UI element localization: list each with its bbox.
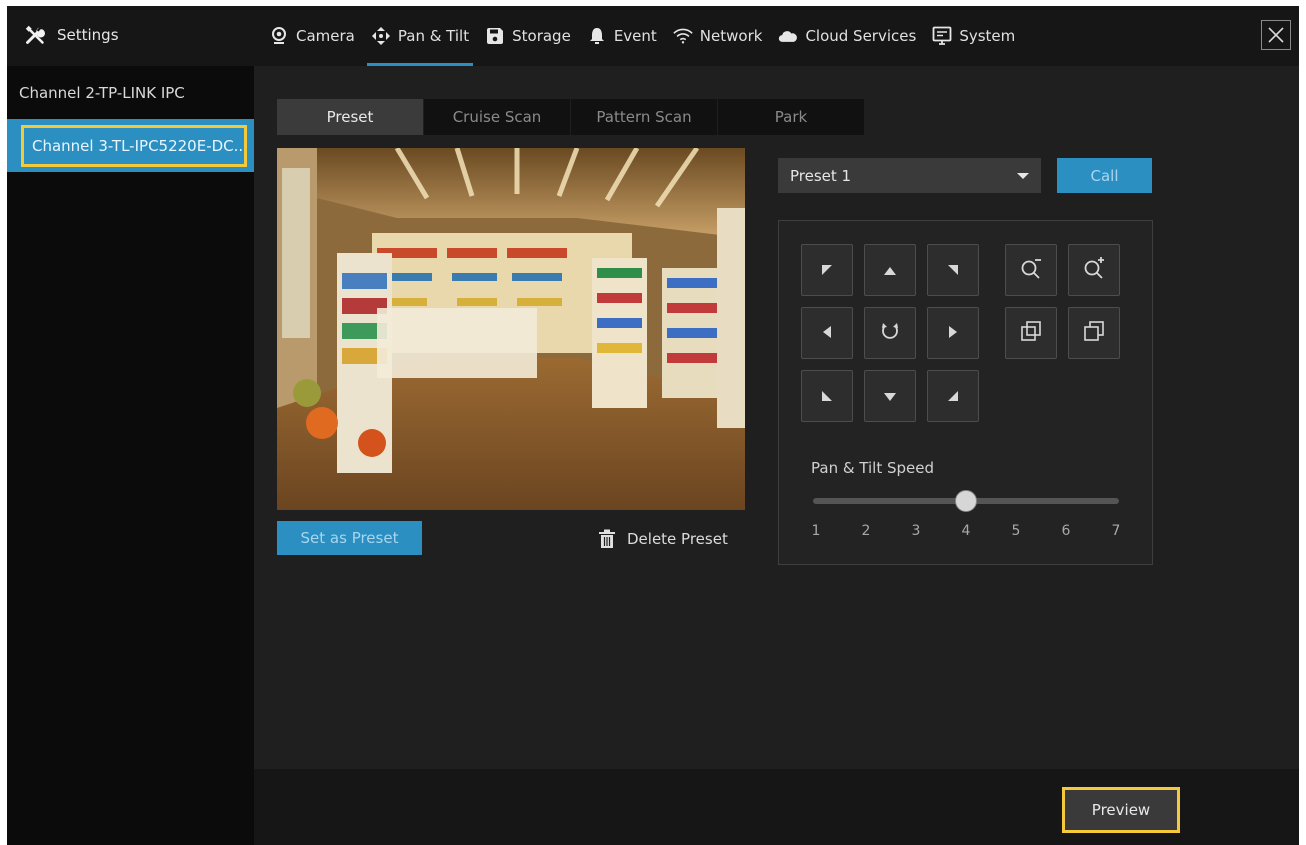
subtab-preset[interactable]: Preset bbox=[277, 99, 424, 135]
zoom-in-button[interactable] bbox=[1068, 244, 1120, 296]
pan-up-left-button[interactable] bbox=[801, 244, 853, 296]
speed-tick: 4 bbox=[961, 523, 971, 539]
preset-select[interactable]: Preset 1 bbox=[778, 158, 1041, 193]
speed-tick: 6 bbox=[1061, 523, 1071, 539]
arrow-down-left-icon bbox=[821, 387, 833, 406]
rotate-icon bbox=[880, 321, 900, 345]
camera-icon bbox=[269, 26, 289, 46]
subtab-pattern-scan[interactable]: Pattern Scan bbox=[571, 99, 718, 135]
top-nav-bar: Settings Camera Pan & Tilt Storage Event… bbox=[7, 6, 1299, 66]
preset-select-value: Preset 1 bbox=[790, 166, 852, 185]
zoom-out-icon bbox=[1019, 256, 1043, 284]
channel-item-label: Channel 3-TL-IPC5220E-DC... bbox=[21, 125, 247, 167]
zoom-in-icon bbox=[1082, 256, 1106, 284]
slider-thumb[interactable] bbox=[955, 490, 977, 512]
pan-tilt-speed-label: Pan & Tilt Speed bbox=[811, 459, 935, 477]
focus-far-button[interactable] bbox=[1068, 307, 1120, 359]
channel-item-2[interactable]: Channel 2-TP-LINK IPC bbox=[7, 66, 254, 119]
speed-tick: 5 bbox=[1011, 523, 1021, 539]
pan-left-button[interactable] bbox=[801, 307, 853, 359]
subtab-park[interactable]: Park bbox=[718, 99, 865, 135]
focus-near-icon bbox=[1020, 320, 1042, 346]
tab-event-label: Event bbox=[613, 27, 657, 45]
pan-down-right-button[interactable] bbox=[927, 370, 979, 422]
speed-tick: 1 bbox=[811, 523, 821, 539]
cloud-icon bbox=[778, 26, 798, 46]
close-button[interactable] bbox=[1261, 20, 1291, 50]
tab-pan-tilt[interactable]: Pan & Tilt bbox=[363, 6, 477, 66]
auto-rotate-button[interactable] bbox=[864, 307, 916, 359]
tab-system-label: System bbox=[959, 27, 1016, 45]
camera-live-view bbox=[277, 148, 745, 510]
speed-tick: 3 bbox=[911, 523, 921, 539]
arrow-up-right-icon bbox=[947, 261, 959, 280]
pan-up-right-button[interactable] bbox=[927, 244, 979, 296]
set-as-preset-button[interactable]: Set as Preset bbox=[277, 521, 422, 555]
tilt-down-button[interactable] bbox=[864, 370, 916, 422]
main-tabs: Camera Pan & Tilt Storage Event Network … bbox=[261, 6, 1023, 66]
channel-item-3[interactable]: Channel 3-TL-IPC5220E-DC... bbox=[7, 119, 254, 172]
focus-near-button[interactable] bbox=[1005, 307, 1057, 359]
pan-tilt-speed-slider[interactable] bbox=[813, 490, 1119, 512]
speed-ticks: 1 2 3 4 5 6 7 bbox=[807, 523, 1125, 539]
channel-item-label: Channel 2-TP-LINK IPC bbox=[19, 83, 185, 102]
tab-pan-tilt-label: Pan & Tilt bbox=[397, 27, 470, 45]
settings-title: Settings bbox=[57, 26, 119, 44]
arrow-down-icon bbox=[883, 387, 897, 406]
close-icon bbox=[1266, 25, 1286, 45]
tab-camera-label: Camera bbox=[296, 27, 355, 45]
chevron-down-icon bbox=[1017, 172, 1029, 179]
storage-icon bbox=[485, 26, 505, 46]
ptz-control-panel: Pan & Tilt Speed 1 2 3 4 5 6 7 bbox=[778, 220, 1153, 565]
monitor-icon bbox=[932, 26, 952, 46]
arrow-right-icon bbox=[948, 324, 958, 343]
preview-button[interactable]: Preview bbox=[1062, 787, 1180, 833]
wifi-icon bbox=[673, 26, 693, 46]
tab-storage[interactable]: Storage bbox=[477, 6, 579, 66]
arrow-left-icon bbox=[822, 324, 832, 343]
focus-far-icon bbox=[1083, 320, 1105, 346]
channel-sidebar: Channel 2-TP-LINK IPC Channel 3-TL-IPC52… bbox=[7, 66, 254, 845]
trash-icon bbox=[597, 529, 617, 549]
settings-header: Settings bbox=[25, 20, 119, 50]
tab-cloud-services-label: Cloud Services bbox=[805, 27, 917, 45]
pan-tilt-subtabs: Preset Cruise Scan Pattern Scan Park bbox=[277, 99, 865, 135]
bell-icon bbox=[587, 26, 607, 46]
tab-event[interactable]: Event bbox=[579, 6, 665, 66]
subtab-cruise-scan[interactable]: Cruise Scan bbox=[424, 99, 571, 135]
tab-system[interactable]: System bbox=[924, 6, 1023, 66]
pan-right-button[interactable] bbox=[927, 307, 979, 359]
zoom-out-button[interactable] bbox=[1005, 244, 1057, 296]
speed-tick: 2 bbox=[861, 523, 871, 539]
tab-storage-label: Storage bbox=[512, 27, 571, 45]
settings-window: Settings Camera Pan & Tilt Storage Event… bbox=[7, 6, 1299, 845]
tilt-up-button[interactable] bbox=[864, 244, 916, 296]
speed-tick: 7 bbox=[1111, 523, 1121, 539]
delete-preset-button[interactable]: Delete Preset bbox=[597, 524, 728, 554]
tab-cloud-services[interactable]: Cloud Services bbox=[770, 6, 924, 66]
call-button[interactable]: Call bbox=[1057, 158, 1152, 193]
tab-camera[interactable]: Camera bbox=[261, 6, 363, 66]
arrow-down-right-icon bbox=[947, 387, 959, 406]
arrow-up-left-icon bbox=[821, 261, 833, 280]
pan-tilt-icon bbox=[371, 26, 391, 46]
pan-down-left-button[interactable] bbox=[801, 370, 853, 422]
delete-preset-label: Delete Preset bbox=[627, 530, 728, 548]
tools-icon bbox=[25, 25, 45, 45]
tab-network-label: Network bbox=[699, 27, 763, 45]
tab-network[interactable]: Network bbox=[665, 6, 771, 66]
arrow-up-icon bbox=[883, 261, 897, 280]
